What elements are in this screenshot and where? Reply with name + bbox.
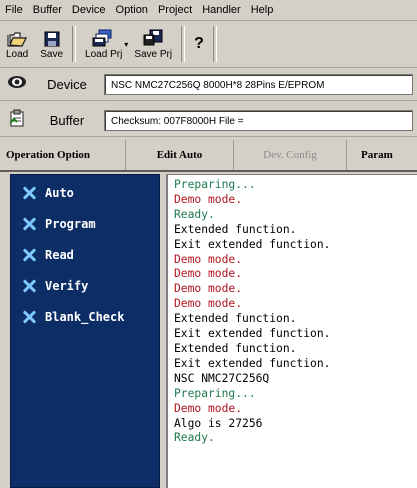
- menu-device[interactable]: Device: [67, 0, 111, 20]
- sidebar-item-read[interactable]: Read: [11, 239, 159, 270]
- cross-icon: [21, 309, 37, 325]
- buffer-row: Buffer Checksum: 007F8000H File =: [0, 104, 417, 137]
- buffer-field[interactable]: Checksum: 007F8000H File =: [104, 109, 413, 131]
- sidebar-item-label: Program: [45, 216, 96, 231]
- toolbar-separator: [181, 26, 186, 62]
- load-project-button[interactable]: Load Prj: [79, 24, 128, 64]
- log-line: Exit extended function.: [174, 237, 331, 251]
- device-label: Device: [47, 76, 87, 92]
- log-line: Demo mode.: [174, 401, 243, 415]
- floppy-disk-icon: [44, 29, 60, 47]
- log-line: Demo mode.: [174, 282, 243, 296]
- sidebar-item-label: Auto: [45, 185, 74, 200]
- menu-file[interactable]: File: [0, 0, 28, 20]
- cross-icon: [21, 278, 37, 294]
- log-line: Extended function.: [174, 312, 297, 326]
- log-line: Preparing...: [174, 178, 256, 191]
- log-line: Ready.: [174, 431, 215, 445]
- tab-bar: Operation Option Edit Auto Dev. Config P…: [0, 140, 417, 172]
- log-line: Demo mode.: [174, 192, 243, 206]
- save-button[interactable]: Save: [34, 24, 69, 64]
- device-field[interactable]: NSC NMC27C256Q 8000H*8 28Pins E/EPROM: [104, 73, 413, 95]
- log-output[interactable]: Preparing... Demo mode. Ready. Extended fun…: [166, 174, 417, 488]
- sidebar-item-label: Read: [45, 247, 74, 262]
- cross-icon: [21, 247, 37, 263]
- log-line: Ready.: [174, 207, 215, 221]
- cross-icon: [21, 216, 37, 232]
- open-folder-icon: [7, 29, 28, 47]
- log-line: NSC NMC27C256Q: [174, 371, 270, 385]
- toolbar: Load Save Load Prj ▾ Save Prj ?: [0, 21, 417, 68]
- save-project-button[interactable]: Save Prj: [128, 24, 178, 64]
- log-line: Demo mode.: [174, 267, 243, 281]
- log-line: Exit extended function.: [174, 327, 331, 341]
- load-label: Load: [6, 48, 29, 60]
- log-line: Extended function.: [174, 341, 297, 355]
- buffer-label: Buffer: [49, 112, 85, 128]
- help-question-icon: ?: [194, 35, 204, 52]
- load-button[interactable]: Load: [0, 24, 34, 64]
- sidebar-item-label: Verify: [45, 278, 89, 293]
- tab-operation-option[interactable]: Operation Option: [0, 140, 126, 170]
- menu-handler[interactable]: Handler: [197, 0, 246, 20]
- menu-bar: File Buffer Device Option Project Handle…: [0, 0, 417, 21]
- log-line: Demo mode.: [174, 252, 243, 266]
- log-line: Exit extended function.: [174, 356, 331, 370]
- save-project-icon: [142, 29, 164, 47]
- save-project-label: Save Prj: [134, 48, 173, 60]
- tab-edit-auto[interactable]: Edit Auto: [126, 140, 234, 170]
- load-project-label: Load Prj: [85, 48, 123, 60]
- log-line: Demo mode.: [174, 297, 243, 311]
- toolbar-separator: [212, 26, 217, 62]
- log-line: Extended function.: [174, 222, 297, 236]
- device-eye-icon: [4, 75, 30, 93]
- toolbar-separator: [72, 26, 77, 62]
- sidebar-item-verify[interactable]: Verify: [11, 270, 159, 301]
- menu-project[interactable]: Project: [153, 0, 197, 20]
- buffer-icon: [4, 109, 30, 131]
- menu-buffer[interactable]: Buffer: [28, 0, 67, 20]
- help-button[interactable]: ?: [188, 24, 210, 64]
- load-project-icon: [92, 29, 116, 47]
- log-line: Preparing...: [174, 386, 256, 400]
- save-label: Save: [40, 48, 64, 60]
- sidebar-item-auto[interactable]: Auto: [11, 177, 159, 208]
- sidebar-item-label: Blank_Check: [45, 309, 125, 324]
- sidebar-item-blank-check[interactable]: Blank_Check: [11, 301, 159, 332]
- sidebar-item-program[interactable]: Program: [11, 208, 159, 239]
- device-row: Device NSC NMC27C256Q 8000H*8 28Pins E/E…: [0, 68, 417, 101]
- menu-option[interactable]: Option: [111, 0, 153, 20]
- operation-sidebar: Auto Program Read Verify Blank_Check: [10, 174, 160, 488]
- tab-dev-config[interactable]: Dev. Config: [234, 140, 347, 170]
- menu-help[interactable]: Help: [246, 0, 279, 20]
- tab-param[interactable]: Param: [347, 140, 417, 170]
- cross-icon: [21, 185, 37, 201]
- log-line: Algo is 27256: [174, 416, 263, 430]
